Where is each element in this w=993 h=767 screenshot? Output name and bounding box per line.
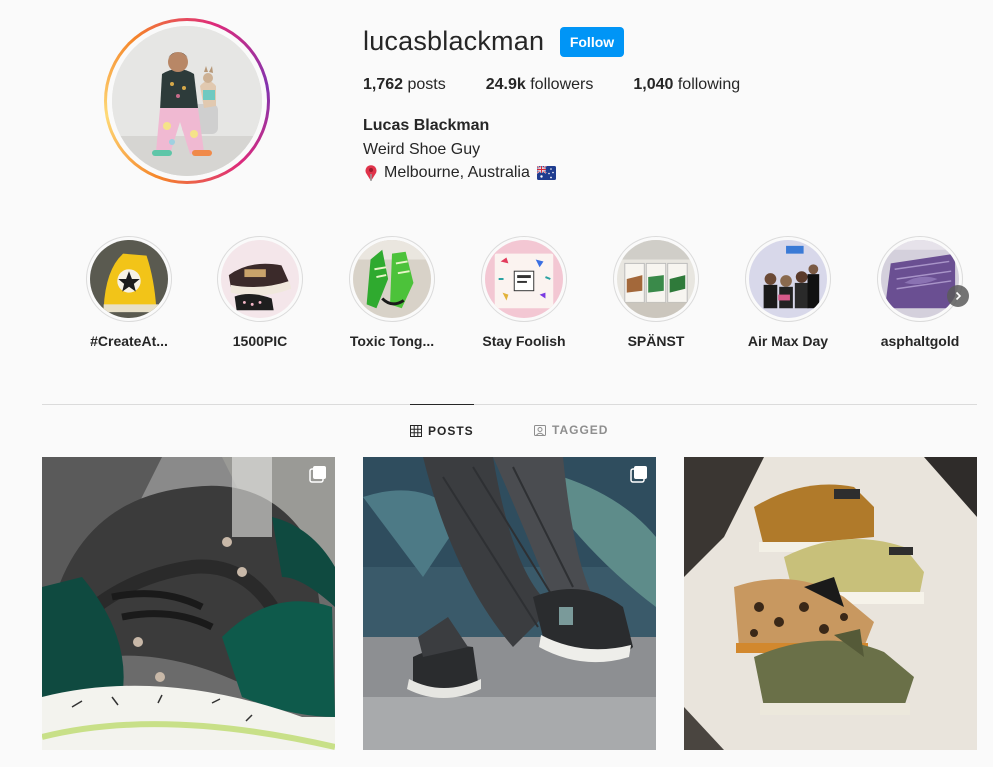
tab-tagged[interactable]: TAGGED xyxy=(534,404,608,456)
highlights-next-button[interactable] xyxy=(947,285,969,307)
tagged-icon xyxy=(534,425,546,436)
highlight-label: Toxic Tong... xyxy=(349,333,435,349)
avatar-gap xyxy=(107,21,267,181)
australia-flag-icon xyxy=(536,165,556,180)
highlight-cover xyxy=(221,240,299,318)
tab-tagged-label: TAGGED xyxy=(552,423,609,437)
highlight-item[interactable]: Air Max Day xyxy=(728,236,848,349)
post-thumbnail[interactable] xyxy=(684,457,977,750)
location-text: Melbourne, Australia xyxy=(384,164,530,181)
highlight-label: asphaltgold xyxy=(880,333,960,349)
highlight-label: Stay Foolish xyxy=(482,333,566,349)
profile-username: lucasblackman xyxy=(363,26,545,56)
highlight-ring xyxy=(481,236,567,322)
following-label: following xyxy=(673,76,741,93)
highlight-cover xyxy=(617,240,695,318)
highlight-item[interactable]: Toxic Tong... xyxy=(332,236,452,349)
highlight-cover xyxy=(749,240,827,318)
post-image xyxy=(42,457,335,750)
highlight-label: 1500PIC xyxy=(232,333,288,349)
avatar-photo xyxy=(112,26,262,176)
highlight-ring xyxy=(86,236,172,322)
posts-label: posts xyxy=(403,76,446,93)
highlight-cover xyxy=(353,240,431,318)
follow-button[interactable]: Follow xyxy=(560,27,624,57)
highlight-label: #CreateAt... xyxy=(90,333,168,349)
highlight-item[interactable]: SPÄNST xyxy=(596,236,716,349)
multiple-photos-icon xyxy=(309,466,326,483)
pin-icon xyxy=(363,164,379,182)
post-thumbnail[interactable] xyxy=(42,457,335,750)
stat-posts: 1,762 posts xyxy=(363,76,446,94)
highlight-item[interactable]: Stay Foolish xyxy=(464,236,584,349)
chevron-right-icon xyxy=(955,291,962,301)
highlight-item[interactable]: 1500PIC xyxy=(200,236,320,349)
posts-count: 1,762 xyxy=(363,76,404,93)
highlight-label: Air Max Day xyxy=(747,333,829,349)
followers-label: followers xyxy=(525,76,594,93)
highlight-ring xyxy=(613,236,699,322)
tab-posts-label: POSTS xyxy=(428,423,474,438)
post-image xyxy=(684,457,977,750)
highlight-item[interactable]: #CreateAt... xyxy=(69,236,189,349)
story-highlights: #CreateAt... 1500PIC Toxic Tong... Stay … xyxy=(0,236,993,356)
profile-full-name: Lucas Blackman xyxy=(363,117,490,134)
highlight-label: SPÄNST xyxy=(627,333,685,349)
highlight-ring xyxy=(217,236,303,322)
post-thumbnail[interactable] xyxy=(363,457,656,750)
highlight-ring xyxy=(745,236,831,322)
highlight-cover xyxy=(485,240,563,318)
tabs-divider xyxy=(42,404,977,405)
profile-bio: Weird Shoe Guy xyxy=(363,141,481,158)
avatar[interactable] xyxy=(112,26,262,176)
stat-following[interactable]: 1,040 following xyxy=(633,76,740,94)
followers-count: 24.9k xyxy=(485,76,526,93)
highlight-cover xyxy=(90,240,168,318)
profile-location: Melbourne, Australia xyxy=(363,164,556,182)
grid-icon xyxy=(410,424,422,437)
highlight-ring xyxy=(349,236,435,322)
profile-stats: 1,762 posts 24.9k followers 1,040 follow… xyxy=(363,76,780,94)
profile-avatar-ring[interactable] xyxy=(104,18,270,184)
highlight-ring xyxy=(877,236,963,322)
post-image xyxy=(363,457,656,750)
tab-posts[interactable]: POSTS xyxy=(410,404,474,456)
multiple-photos-icon xyxy=(630,466,647,483)
following-count: 1,040 xyxy=(633,76,674,93)
stat-followers[interactable]: 24.9k followers xyxy=(486,76,594,94)
highlight-cover xyxy=(881,240,959,318)
